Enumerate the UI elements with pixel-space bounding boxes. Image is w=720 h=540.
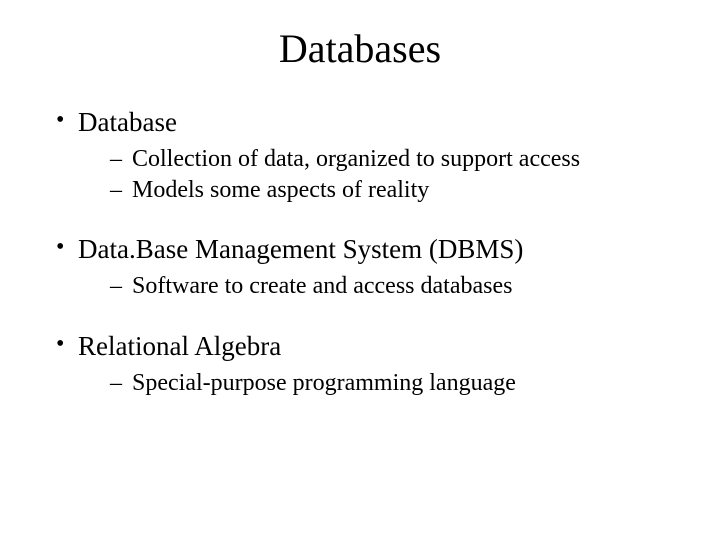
list-item: Data.Base Management System (DBMS) Softw… [50,234,670,302]
sub-list: Software to create and access databases [78,271,670,302]
sub-list-item: Models some aspects of reality [78,175,670,206]
main-list: Database Collection of data, organized t… [50,107,670,399]
sub-list: Special-purpose programming language [78,368,670,399]
sub-list-item: Special-purpose programming language [78,368,670,399]
sub-list: Collection of data, organized to support… [78,144,670,206]
slide-title: Databases [50,25,670,72]
list-item-label: Data.Base Management System (DBMS) [78,234,523,264]
list-item-label: Relational Algebra [78,331,281,361]
list-item: Relational Algebra Special-purpose progr… [50,331,670,399]
list-item: Database Collection of data, organized t… [50,107,670,206]
sub-list-item: Software to create and access databases [78,271,670,302]
list-item-label: Database [78,107,177,137]
sub-list-item: Collection of data, organized to support… [78,144,670,175]
